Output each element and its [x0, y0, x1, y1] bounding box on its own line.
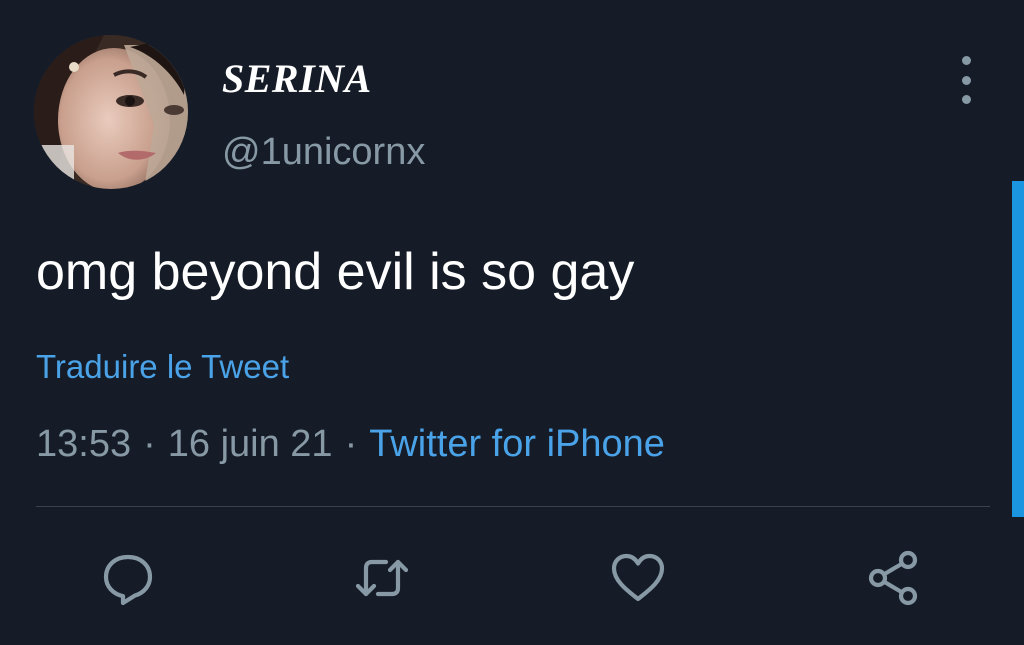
share-icon — [868, 550, 918, 606]
avatar[interactable] — [34, 35, 188, 189]
display-name[interactable]: SERINA — [222, 56, 372, 102]
scrollbar[interactable] — [1012, 181, 1024, 517]
user-handle[interactable]: @1unicornx — [222, 130, 425, 174]
tweet-date: 16 juin 21 — [167, 423, 333, 465]
share-button[interactable] — [864, 548, 924, 608]
reply-icon — [103, 554, 153, 606]
more-vertical-icon-dot — [961, 75, 971, 85]
separator: · — [143, 423, 156, 465]
translate-tweet-link[interactable]: Traduire le Tweet — [36, 347, 289, 387]
separator: · — [344, 423, 358, 465]
more-vertical-icon-dot — [961, 95, 971, 104]
tweet-text: omg beyond evil is so gay — [36, 243, 635, 301]
retweet-icon — [355, 559, 409, 597]
like-button[interactable] — [608, 548, 668, 608]
more-vertical-icon — [961, 56, 971, 65]
retweet-button[interactable] — [352, 548, 412, 608]
more-options-button[interactable] — [948, 56, 984, 104]
heart-icon — [611, 553, 665, 602]
tweet-metadata: 13:53 · 16 juin 21 · Twitter for iPhone — [36, 420, 665, 468]
avatar-image — [34, 35, 188, 189]
tweet-detail: SERINA @1unicornx omg beyond evil is so … — [0, 0, 1024, 645]
tweet-source-link[interactable]: Twitter for iPhone — [369, 423, 665, 465]
reply-button[interactable] — [98, 548, 158, 608]
tweet-time: 13:53 — [36, 423, 132, 465]
divider — [36, 506, 990, 507]
